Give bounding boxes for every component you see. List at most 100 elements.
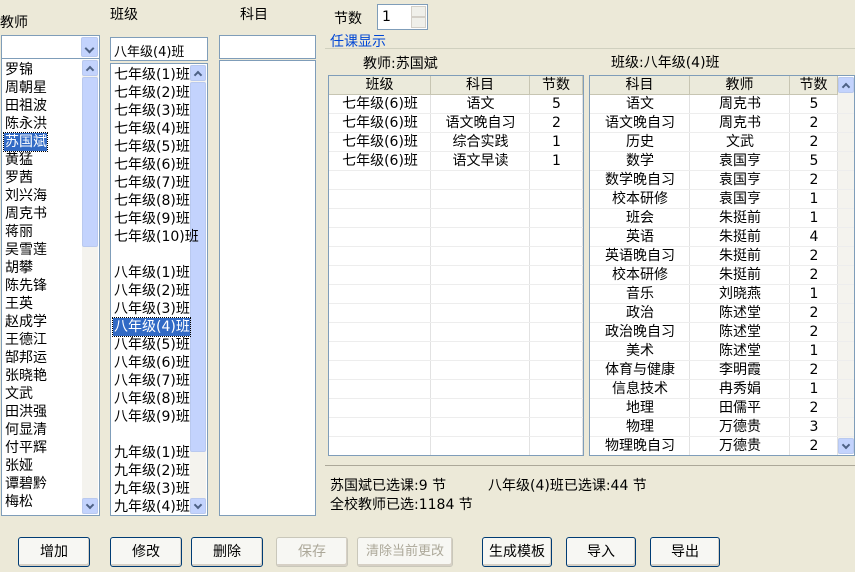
table-cell[interactable]: 2 — [790, 247, 838, 266]
table-cell[interactable]: 语文晚自习 — [590, 114, 690, 133]
table-cell[interactable]: 体育与健康 — [590, 361, 690, 380]
table-cell[interactable]: 七年级(6)班 — [329, 152, 431, 171]
class-list-scrollbar[interactable] — [190, 65, 206, 514]
class-list-item[interactable]: 七年级(4)班 — [113, 120, 190, 138]
scroll-down-button[interactable] — [838, 438, 854, 454]
generate-template-button[interactable]: 生成模板 — [482, 537, 552, 567]
table-cell[interactable]: 朱挺前 — [690, 228, 790, 247]
class-combo[interactable]: 八年级(4)班 — [110, 37, 208, 61]
teacher-list-item[interactable]: 田祖波 — [4, 97, 47, 115]
column-header[interactable]: 科目 — [431, 76, 530, 95]
table-cell[interactable]: 周克书 — [690, 114, 790, 133]
table-cell[interactable]: 1 — [790, 285, 838, 304]
table-cell[interactable]: 3 — [790, 418, 838, 437]
table-cell[interactable]: 田儒平 — [690, 399, 790, 418]
table-cell[interactable]: 语文晚自习 — [431, 114, 530, 133]
table-cell[interactable]: 七年级(6)班 — [329, 95, 431, 114]
chevron-down-icon[interactable] — [81, 37, 98, 57]
teacher-list[interactable]: 罗锦 周朝星 田祖波 陈永洪 苏国斌 黄猛 罗茜 刘兴海 周克书 蒋丽 吴雪莲 胡攀 陈先锋 王英 赵成学王… — [1, 58, 100, 516]
table-cell[interactable]: 1 — [790, 342, 838, 361]
teacher-list-item[interactable]: 周朝星 — [4, 79, 47, 97]
clear-changes-button[interactable]: 清除当前更改 — [357, 537, 453, 567]
periods-spinner[interactable]: 1 — [377, 4, 428, 30]
table-cell[interactable]: 朱挺前 — [690, 209, 790, 228]
table-cell[interactable]: 校本研修 — [590, 190, 690, 209]
table-cell[interactable]: 袁国亨 — [690, 152, 790, 171]
class-list-item[interactable]: 七年级(6)班 — [113, 156, 190, 174]
class-list-item[interactable]: 七年级(9)班 — [113, 210, 190, 228]
teacher-list-item[interactable]: 陈先锋 — [4, 277, 47, 295]
table-cell[interactable]: 七年级(6)班 — [329, 133, 431, 152]
export-button[interactable]: 导出 — [650, 537, 720, 567]
table-cell[interactable]: 音乐 — [590, 285, 690, 304]
column-header[interactable]: 班级 — [329, 76, 431, 95]
table-cell[interactable]: 冉秀娟 — [690, 380, 790, 399]
table-cell[interactable]: 1 — [530, 133, 583, 152]
teacher-list-item[interactable]: 周克书 — [4, 205, 47, 223]
teacher-list-item[interactable]: 罗锦 — [4, 61, 33, 79]
table-cell[interactable]: 2 — [790, 361, 838, 380]
table-cell[interactable]: 语文 — [590, 95, 690, 114]
column-header[interactable]: 教师 — [690, 76, 790, 95]
class-list-item[interactable]: 七年级(2)班 — [113, 84, 190, 102]
class-list-item[interactable]: 九年级(2)班 — [113, 462, 190, 480]
table-cell[interactable]: 1 — [790, 380, 838, 399]
teacher-list-item[interactable]: 黄猛 — [4, 151, 33, 169]
table-cell[interactable]: 1 — [790, 209, 838, 228]
table-cell[interactable]: 信息技术 — [590, 380, 690, 399]
table-cell[interactable]: 2 — [790, 437, 838, 455]
table-cell[interactable]: 万德贵 — [690, 418, 790, 437]
spin-down-button[interactable] — [411, 17, 426, 28]
table-cell[interactable]: 李明霞 — [690, 361, 790, 380]
teacher-list-item[interactable]: 王德江 — [4, 331, 47, 349]
class-list-item[interactable]: 九年级(1)班 — [113, 444, 190, 462]
class-list-item[interactable]: 八年级(5)班 — [113, 336, 190, 354]
import-button[interactable]: 导入 — [566, 537, 636, 567]
teacher-list-item[interactable]: 何显清 — [4, 421, 47, 439]
class-list-item[interactable]: 八年级(3)班 — [113, 300, 190, 318]
class-list-item[interactable]: 八年级(1)班 — [113, 264, 190, 282]
table-cell[interactable]: 1 — [790, 190, 838, 209]
table-cell[interactable]: 陈述堂 — [690, 342, 790, 361]
teacher-list-item[interactable]: 王英 — [4, 295, 33, 313]
teacher-list-item[interactable]: 苏国斌 — [3, 132, 48, 152]
scroll-up-button[interactable] — [838, 77, 854, 93]
teacher-list-item[interactable]: 吴雪莲 — [4, 241, 47, 259]
column-header[interactable]: 节数 — [530, 76, 583, 95]
table-cell[interactable]: 5 — [790, 95, 838, 114]
scroll-up-button[interactable] — [82, 60, 98, 76]
table-cell[interactable]: 5 — [530, 95, 583, 114]
scroll-thumb[interactable] — [82, 77, 98, 247]
table-cell[interactable]: 陈述堂 — [690, 304, 790, 323]
subject-combo[interactable] — [219, 35, 316, 59]
table-cell[interactable]: 政治晚自习 — [590, 323, 690, 342]
class-list-item[interactable]: 七年级(10)班 — [113, 228, 199, 246]
class-list-item[interactable]: 七年级(5)班 — [113, 138, 190, 156]
class-list-item[interactable]: 八年级(9)班 — [113, 408, 190, 426]
column-header[interactable]: 科目 — [590, 76, 690, 95]
table-cell[interactable]: 文武 — [690, 133, 790, 152]
table-cell[interactable]: 2 — [790, 266, 838, 285]
table-cell[interactable]: 综合实践 — [431, 133, 530, 152]
table-cell[interactable]: 朱挺前 — [690, 247, 790, 266]
scroll-down-button[interactable] — [190, 498, 206, 514]
class-list-item[interactable] — [113, 246, 114, 264]
teacher-schedule-grid[interactable]: 班级 科目 节数 七年级(6)班 语文 5 七年级(6)班 语文晚自习 2 七年级(6)班 综合实践… — [328, 75, 584, 456]
add-button[interactable]: 增加 — [18, 537, 90, 567]
class-list-item[interactable]: 七年级(7)班 — [113, 174, 190, 192]
scroll-up-button[interactable] — [190, 65, 206, 81]
table-cell[interactable]: 班会 — [590, 209, 690, 228]
teacher-list-scrollbar[interactable] — [82, 60, 98, 514]
table-cell[interactable]: 七年级(6)班 — [329, 114, 431, 133]
class-list-item[interactable]: 八年级(6)班 — [113, 354, 190, 372]
table-cell[interactable]: 数学 — [590, 152, 690, 171]
table-cell[interactable]: 2 — [790, 171, 838, 190]
table-cell[interactable]: 2 — [790, 323, 838, 342]
teacher-list-item[interactable]: 张娅 — [4, 457, 33, 475]
column-header[interactable]: 节数 — [790, 76, 838, 95]
modify-button[interactable]: 修改 — [110, 537, 182, 567]
teacher-list-item[interactable]: 张晓艳 — [4, 367, 47, 385]
table-cell[interactable]: 2 — [790, 399, 838, 418]
table-cell[interactable]: 数学晚自习 — [590, 171, 690, 190]
class-list-item[interactable]: 九年级(3)班 — [113, 480, 190, 498]
